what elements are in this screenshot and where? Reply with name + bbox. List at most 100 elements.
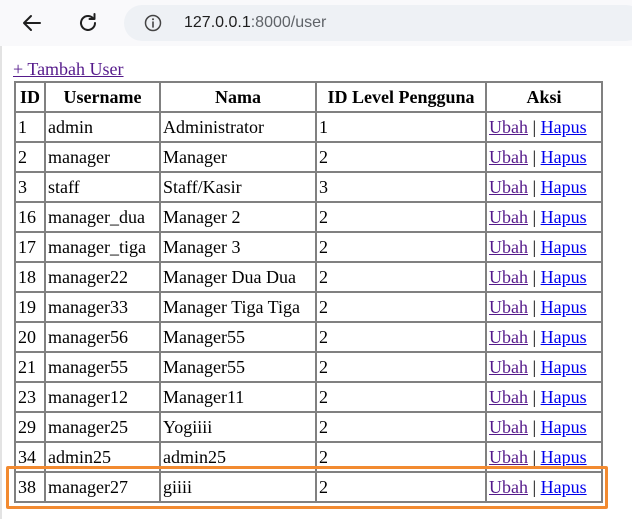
delete-link[interactable]: Hapus: [541, 117, 587, 137]
cell-id: 19: [15, 292, 45, 322]
cell-level: 2: [316, 232, 486, 262]
cell-level: 2: [316, 292, 486, 322]
edit-link[interactable]: Ubah: [489, 297, 528, 317]
edit-link[interactable]: Ubah: [489, 207, 528, 227]
page-content: + Tambah User ID Username Nama ID Level …: [0, 46, 632, 519]
add-user-link[interactable]: + Tambah User: [13, 59, 124, 80]
delete-link[interactable]: Hapus: [541, 177, 587, 197]
cell-nama: Manager Tiga Tiga: [160, 292, 316, 322]
cell-nama: Manager11: [160, 382, 316, 412]
edit-link[interactable]: Ubah: [489, 237, 528, 257]
url-host: 127.0.0.1: [184, 14, 251, 31]
action-separator: |: [532, 237, 537, 257]
delete-link[interactable]: Hapus: [541, 477, 587, 497]
table-row: 23 manager12 Manager11 2 Ubah | Hapus: [15, 382, 602, 412]
cell-level: 2: [316, 352, 486, 382]
back-button[interactable]: [16, 7, 48, 39]
table-row: 38 manager27 giiii 2 Ubah | Hapus: [15, 472, 602, 502]
edit-link[interactable]: Ubah: [489, 357, 528, 377]
table-row: 17 manager_tiga Manager 3 2 Ubah | Hapus: [15, 232, 602, 262]
cell-nama: Manager: [160, 142, 316, 172]
cell-username: admin: [45, 112, 160, 142]
table-row: 16 manager_dua Manager 2 2 Ubah | Hapus: [15, 202, 602, 232]
cell-aksi: Ubah | Hapus: [486, 352, 602, 382]
edit-link[interactable]: Ubah: [489, 447, 528, 467]
reload-icon: [80, 13, 96, 31]
edit-link[interactable]: Ubah: [489, 327, 528, 347]
user-table: ID Username Nama ID Level Pengguna Aksi …: [14, 81, 603, 503]
cell-aksi: Ubah | Hapus: [486, 232, 602, 262]
cell-level: 2: [316, 262, 486, 292]
url-path: :8000/user: [250, 14, 327, 31]
edit-link[interactable]: Ubah: [489, 267, 528, 287]
cell-level: 3: [316, 172, 486, 202]
action-separator: |: [532, 327, 537, 347]
edit-link[interactable]: Ubah: [489, 177, 528, 197]
action-separator: |: [532, 267, 537, 287]
table-row: 29 manager25 Yogiiii 2 Ubah | Hapus: [15, 412, 602, 442]
url-text[interactable]: 127.0.0.1:8000/user: [184, 13, 326, 33]
cell-username: manager: [45, 142, 160, 172]
edit-link[interactable]: Ubah: [489, 117, 528, 137]
edit-link[interactable]: Ubah: [489, 477, 528, 497]
edit-link[interactable]: Ubah: [489, 147, 528, 167]
cell-username: manager33: [45, 292, 160, 322]
cell-id: 2: [15, 142, 45, 172]
cell-username: manager12: [45, 382, 160, 412]
delete-link[interactable]: Hapus: [541, 237, 587, 257]
action-separator: |: [532, 477, 537, 497]
cell-nama: Manager 3: [160, 232, 316, 262]
action-separator: |: [532, 447, 537, 467]
delete-link[interactable]: Hapus: [541, 267, 587, 287]
cell-id: 16: [15, 202, 45, 232]
cell-id: 20: [15, 322, 45, 352]
delete-link[interactable]: Hapus: [541, 387, 587, 407]
cell-nama: admin25: [160, 442, 316, 472]
delete-link[interactable]: Hapus: [541, 297, 587, 317]
address-bar[interactable]: 127.0.0.1:8000/user: [124, 5, 632, 41]
action-separator: |: [532, 357, 537, 377]
table-row: 19 manager33 Manager Tiga Tiga 2 Ubah | Hapu…: [15, 292, 602, 322]
cell-id: 38: [15, 472, 45, 502]
table-row: 34 admin25 admin25 2 Ubah | Hapus: [15, 442, 602, 472]
action-separator: |: [532, 177, 537, 197]
cell-nama: Manager55: [160, 352, 316, 382]
edit-link[interactable]: Ubah: [489, 417, 528, 437]
cell-username: manager27: [45, 472, 160, 502]
action-separator: |: [532, 417, 537, 437]
edit-link[interactable]: Ubah: [489, 387, 528, 407]
cell-nama: Administrator: [160, 112, 316, 142]
cell-nama: Staff/Kasir: [160, 172, 316, 202]
action-separator: |: [532, 117, 537, 137]
cell-username: manager55: [45, 352, 160, 382]
back-arrow-icon: [23, 15, 41, 31]
delete-link[interactable]: Hapus: [541, 147, 587, 167]
cell-nama: Manager Dua Dua: [160, 262, 316, 292]
cell-id: 17: [15, 232, 45, 262]
cell-aksi: Ubah | Hapus: [486, 202, 602, 232]
cell-level: 2: [316, 472, 486, 502]
cell-level: 2: [316, 322, 486, 352]
header-id: ID: [15, 82, 45, 112]
site-info-icon[interactable]: [144, 14, 162, 32]
delete-link[interactable]: Hapus: [541, 447, 587, 467]
delete-link[interactable]: Hapus: [541, 207, 587, 227]
cell-id: 34: [15, 442, 45, 472]
reload-button[interactable]: [72, 7, 104, 39]
cell-aksi: Ubah | Hapus: [486, 112, 602, 142]
action-separator: |: [532, 207, 537, 227]
delete-link[interactable]: Hapus: [541, 327, 587, 347]
cell-username: manager56: [45, 322, 160, 352]
header-nama: Nama: [160, 82, 316, 112]
action-separator: |: [532, 147, 537, 167]
cell-aksi: Ubah | Hapus: [486, 472, 602, 502]
delete-link[interactable]: Hapus: [541, 357, 587, 377]
cell-username: manager22: [45, 262, 160, 292]
table-row: 1 admin Administrator 1 Ubah | Hapus: [15, 112, 602, 142]
header-username: Username: [45, 82, 160, 112]
action-separator: |: [532, 297, 537, 317]
cell-aksi: Ubah | Hapus: [486, 172, 602, 202]
table-row: 21 manager55 Manager55 2 Ubah | Hapus: [15, 352, 602, 382]
cell-username: staff: [45, 172, 160, 202]
delete-link[interactable]: Hapus: [541, 417, 587, 437]
